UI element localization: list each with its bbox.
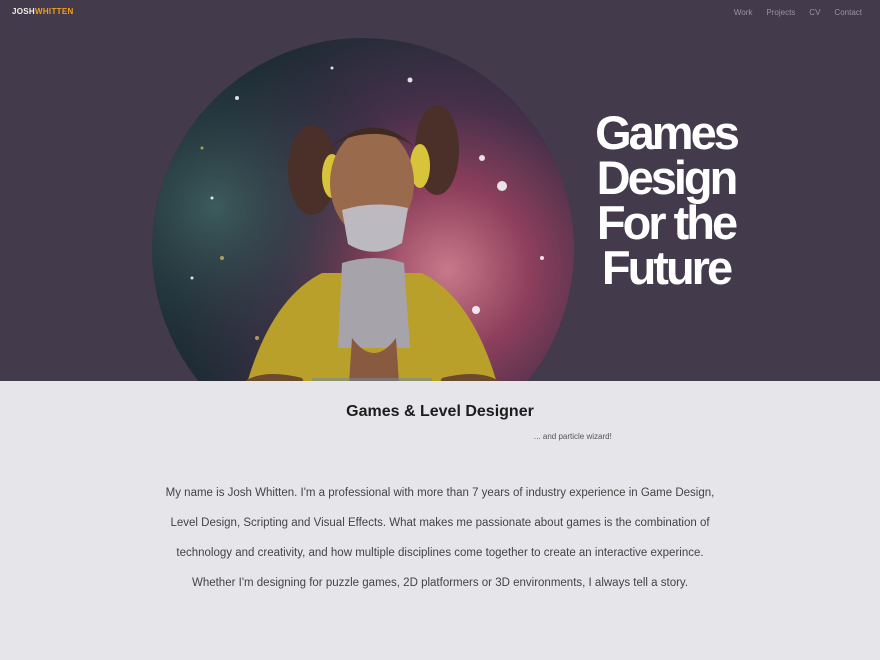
- bio-paragraph: My name is Josh Whitten. I'm a professio…: [165, 487, 715, 589]
- hero-illustration: [152, 38, 574, 381]
- logo-text-second: WHITTEN: [35, 7, 74, 16]
- top-navigation-bar: JOSHWHITTEN Work Projects CV Contact: [0, 0, 880, 28]
- hero-section: JOSHWHITTEN Work Projects CV Contact Gam…: [0, 0, 880, 381]
- intro-section: Games & Level Designer ... and particle …: [0, 381, 880, 660]
- headline-line-3: For the: [596, 196, 738, 249]
- nav-link-work[interactable]: Work: [734, 8, 753, 18]
- logo-text-first: JOSH: [12, 7, 35, 16]
- role-tagline: ... and particle wizard!: [534, 432, 612, 441]
- role-heading: Games & Level Designer: [346, 403, 534, 420]
- headline-line-4: Future: [601, 241, 733, 294]
- hero-headline: Games Design For the Future: [566, 106, 766, 294]
- nav-link-projects[interactable]: Projects: [766, 8, 795, 18]
- headline-line-2: Design: [596, 151, 739, 204]
- space-character-illustration: [152, 38, 574, 381]
- site-logo[interactable]: JOSHWHITTEN: [12, 7, 74, 17]
- nav-link-contact[interactable]: Contact: [834, 8, 862, 18]
- main-nav: Work Projects CV Contact: [734, 8, 862, 18]
- headline-line-1: Games: [595, 106, 740, 159]
- nav-link-cv[interactable]: CV: [809, 8, 820, 18]
